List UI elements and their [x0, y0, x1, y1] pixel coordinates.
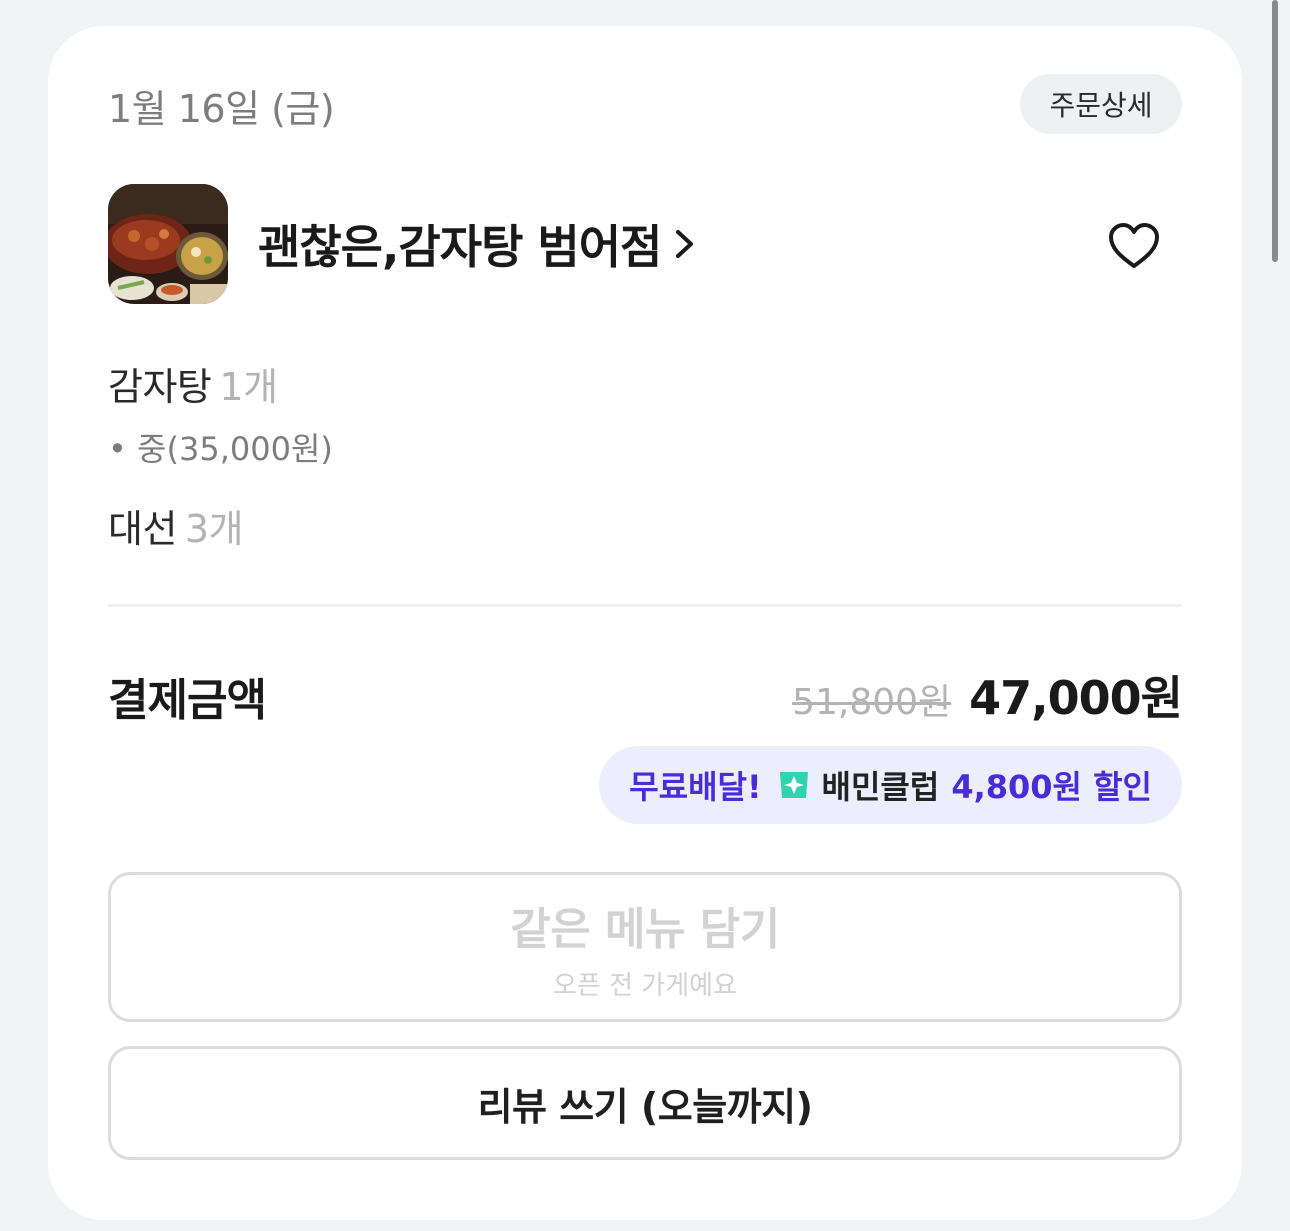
baemin-club-star-icon — [776, 768, 812, 802]
store-link[interactable]: 괜찮은,감자탕 범어점 — [258, 211, 697, 277]
store-row: 괜찮은,감자탕 범어점 — [108, 184, 697, 304]
item-name: 대선 — [108, 507, 177, 551]
reorder-sublabel: 오픈 전 가게예요 — [553, 970, 737, 1001]
item-name: 감자탕 — [108, 365, 212, 409]
item-quantity: 3개 — [184, 507, 244, 551]
promo-badge: 무료배달! 배민클럽 4,800원 할인 — [599, 746, 1182, 824]
write-review-button[interactable]: 리뷰 쓰기 (오늘까지) — [108, 1046, 1182, 1160]
scrollbar[interactable] — [1272, 0, 1278, 262]
club-name: 배민클럽 — [821, 768, 940, 806]
payment-label: 결제금액 — [108, 675, 267, 726]
chevron-right-icon — [673, 226, 697, 262]
store-name: 괜찮은,감자탕 범어점 — [258, 220, 662, 274]
order-item: 대선 3개 — [108, 498, 244, 553]
order-detail-button[interactable]: 주문상세 — [1020, 74, 1182, 134]
original-price: 51,800원 — [792, 682, 952, 723]
free-delivery-text: 무료배달! — [629, 768, 762, 806]
write-review-label: 리뷰 쓰기 (오늘까지) — [477, 1084, 813, 1129]
heart-outline-icon[interactable] — [1106, 218, 1162, 274]
payment-amount: 51,800원 47,000원 — [792, 662, 1183, 728]
reorder-button[interactable]: 같은 메뉴 담기 오픈 전 가게예요 — [108, 872, 1182, 1022]
final-price: 47,000원 — [969, 671, 1183, 725]
store-thumbnail[interactable] — [108, 184, 228, 304]
item-option: • 중(35,000원) — [108, 430, 333, 468]
order-date: 1월 16일 (금) — [108, 87, 335, 131]
reorder-label: 같은 메뉴 담기 — [510, 903, 780, 955]
divider — [108, 604, 1182, 607]
order-card: 1월 16일 (금) 주문상세 괜찮은,감자탕 범어점 감자탕 1개 • 중(3… — [48, 26, 1242, 1220]
club-discount: 4,800원 할인 — [951, 768, 1152, 806]
item-quantity: 1개 — [219, 365, 278, 409]
order-item: 감자탕 1개 — [108, 356, 278, 411]
